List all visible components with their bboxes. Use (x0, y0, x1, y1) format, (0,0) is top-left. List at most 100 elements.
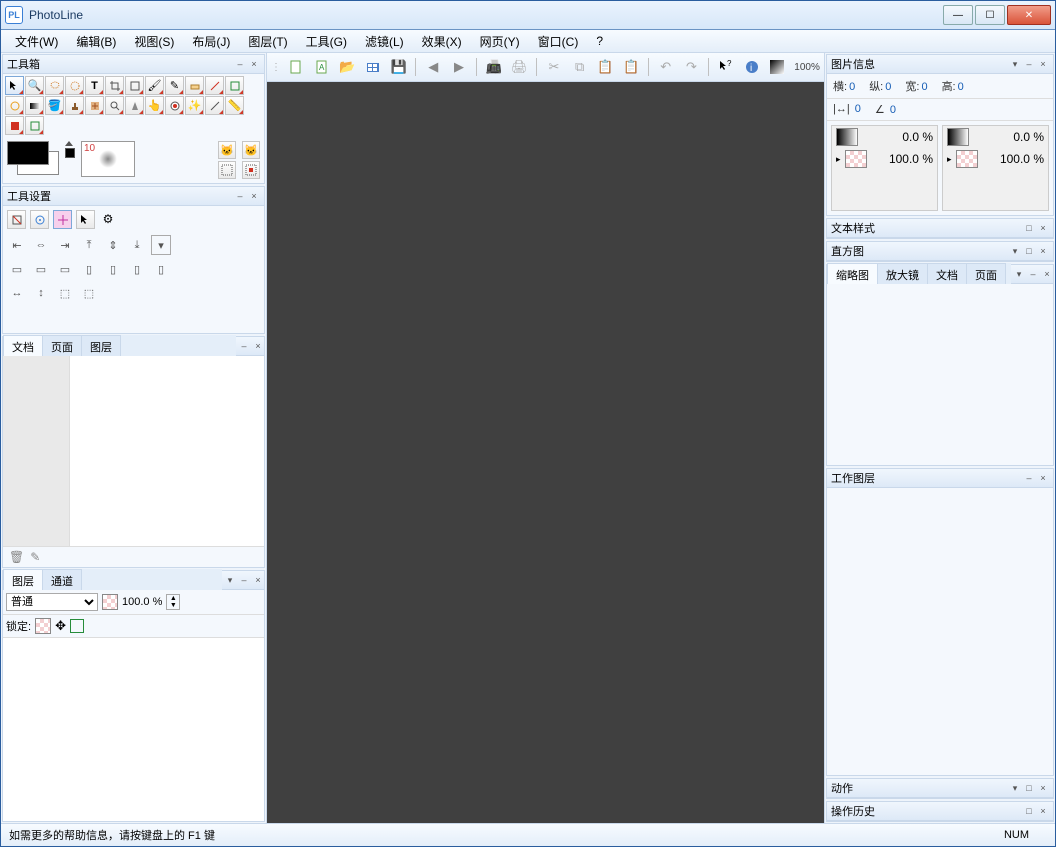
dist-top-icon[interactable]: ▯ (79, 259, 99, 279)
pointer-mode-icon[interactable] (76, 210, 95, 229)
measure-tool[interactable]: 📏 (225, 96, 244, 115)
stamp-tool[interactable] (65, 96, 84, 115)
space-eq2-icon[interactable]: ⬚ (79, 283, 99, 303)
opacity-up-icon[interactable]: ▲ (167, 595, 179, 602)
work-layers-header[interactable]: 工作图层 – × (827, 469, 1053, 488)
menu-effect[interactable]: 效果(X) (414, 31, 470, 52)
menu-tools[interactable]: 工具(G) (298, 31, 355, 52)
panel-maximize-icon[interactable]: □ (1023, 222, 1035, 234)
panel-minimize-icon[interactable]: – (234, 190, 246, 202)
heal-tool[interactable] (85, 96, 104, 115)
brush-preview[interactable]: 10 (81, 141, 135, 177)
align-middle-icon[interactable]: ⇕ (103, 235, 123, 255)
crop2-tool[interactable] (125, 76, 144, 95)
brush-tool[interactable]: 🖌 (145, 76, 164, 95)
color-swatches[interactable] (7, 141, 59, 175)
menu-help[interactable]: ? (588, 32, 611, 50)
align-right-icon[interactable]: ⇥ (55, 235, 75, 255)
text-tool[interactable]: T (85, 76, 104, 95)
circle-select-tool[interactable] (65, 76, 84, 95)
scanner-button[interactable]: 📠 (483, 56, 505, 78)
panel-maximize-icon[interactable]: □ (1023, 805, 1035, 817)
canvas-area[interactable] (267, 82, 824, 823)
transform-mode-icon[interactable] (7, 210, 26, 229)
panel-close-icon[interactable]: × (252, 574, 264, 586)
menu-layout[interactable]: 布局(J) (184, 31, 238, 52)
panel-menu-icon[interactable]: ▾ (1009, 782, 1021, 794)
tab-document[interactable]: 文档 (3, 335, 43, 358)
opacity-checker-icon[interactable] (102, 594, 118, 610)
save-button[interactable]: 💾 (388, 56, 410, 78)
menu-view[interactable]: 视图(S) (126, 31, 182, 52)
dodge-tool[interactable] (105, 96, 124, 115)
panel-menu-icon[interactable]: ▾ (224, 574, 236, 586)
panel-close-icon[interactable]: × (252, 340, 264, 352)
panel-menu-icon[interactable]: ▾ (1009, 58, 1021, 70)
panel-menu-icon[interactable]: ▾ (1013, 268, 1025, 280)
center-mode-icon[interactable] (30, 210, 49, 229)
prev-button[interactable]: ◀ (422, 56, 444, 78)
panel-close-icon[interactable]: × (248, 58, 260, 70)
panel-close-icon[interactable]: × (1041, 268, 1053, 280)
new-file-button[interactable] (285, 56, 307, 78)
mask-mode3-icon[interactable] (218, 161, 236, 179)
close-button[interactable]: ✕ (1007, 5, 1051, 25)
print-button[interactable]: 🖨 (508, 56, 530, 78)
align-top-icon[interactable]: ⤒ (79, 235, 99, 255)
panel-minimize-icon[interactable]: – (234, 58, 246, 70)
panel-close-icon[interactable]: × (1037, 58, 1049, 70)
swap-colors-icon[interactable] (65, 141, 73, 146)
panel-menu-icon[interactable]: ▾ (1009, 245, 1021, 257)
lock-all-icon[interactable] (70, 619, 84, 633)
next-button[interactable]: ▶ (448, 56, 470, 78)
move-tool[interactable] (5, 76, 24, 95)
mask-mode2-icon[interactable]: 🐱 (242, 141, 260, 159)
dist-bottom-icon[interactable]: ▯ (127, 259, 147, 279)
align-options-dropdown[interactable]: ▾ (151, 235, 171, 255)
image-info-header[interactable]: 图片信息 ▾ – × (827, 55, 1053, 74)
history-header[interactable]: 操作历史 □ × (827, 802, 1053, 821)
lock-move-icon[interactable]: ✥ (55, 618, 66, 634)
red-tool[interactable] (5, 116, 24, 135)
menu-edit[interactable]: 编辑(B) (68, 31, 124, 52)
work-layers-body[interactable] (827, 488, 1053, 775)
tab-channels[interactable]: 通道 (42, 569, 82, 592)
opacity-down-icon[interactable]: ▼ (167, 602, 179, 609)
lasso-tool[interactable] (45, 76, 64, 95)
shape-tool[interactable] (225, 76, 244, 95)
circle-shape-tool[interactable] (5, 96, 24, 115)
default-colors-icon[interactable] (65, 148, 75, 158)
copy-button[interactable]: ⧉ (569, 56, 591, 78)
panel-minimize-icon[interactable]: – (1027, 268, 1039, 280)
dist-vcenter-icon[interactable]: ▯ (103, 259, 123, 279)
open-button[interactable]: 📂 (336, 56, 358, 78)
tab-layers[interactable]: 图层 (3, 569, 43, 592)
redo-button[interactable]: ↷ (681, 56, 703, 78)
panel-maximize-icon[interactable]: □ (1023, 245, 1035, 257)
panel-close-icon[interactable]: × (248, 190, 260, 202)
gradient-tool[interactable] (25, 96, 44, 115)
menu-layer[interactable]: 图层(T) (240, 31, 295, 52)
pencil-tool[interactable]: ✎ (165, 76, 184, 95)
layer-list[interactable] (3, 638, 264, 821)
toolbox-header[interactable]: 工具箱 – × (3, 55, 264, 74)
wand-tool[interactable]: ✨ (185, 96, 204, 115)
panel-close-icon[interactable]: × (1037, 245, 1049, 257)
dist-left-icon[interactable]: ▭ (7, 259, 27, 279)
panel-close-icon[interactable]: × (1037, 805, 1049, 817)
eyedropper-tool[interactable] (205, 96, 224, 115)
cut-button[interactable]: ✂ (543, 56, 565, 78)
text-style-header[interactable]: 文本样式 □ × (827, 219, 1053, 238)
panel-minimize-icon[interactable]: – (238, 340, 250, 352)
tab-nav-page[interactable]: 页面 (966, 263, 1006, 286)
align-center-h-icon[interactable]: ⇔ (31, 235, 51, 255)
new-text-button[interactable]: A (311, 56, 333, 78)
dist-space-icon[interactable]: ▯ (151, 259, 171, 279)
minimize-button[interactable]: — (943, 5, 973, 25)
expand-icon[interactable]: ▸ (947, 154, 952, 165)
target-mode-icon[interactable] (53, 210, 72, 229)
tool-settings-header[interactable]: 工具设置 – × (3, 187, 264, 206)
space-h-icon[interactable]: ↔ (7, 283, 27, 303)
finger-tool[interactable]: 👆 (145, 96, 164, 115)
blend-mode-select[interactable]: 普通 (6, 593, 98, 611)
